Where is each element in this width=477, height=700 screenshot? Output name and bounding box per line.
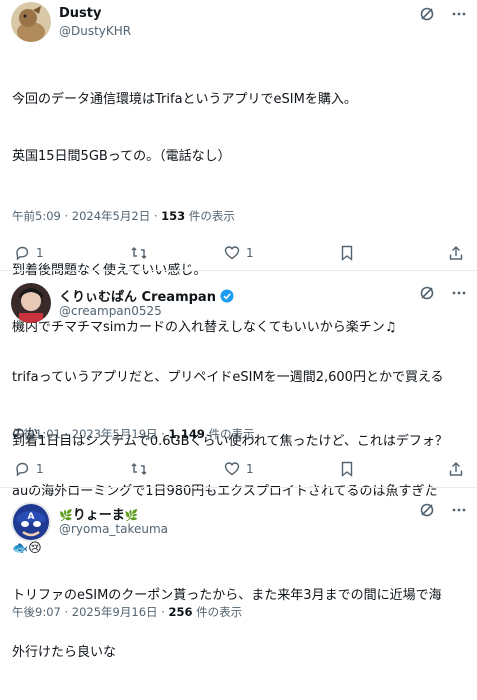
view-count: 1,149 [168, 427, 205, 441]
view-count: 256 [168, 605, 193, 619]
display-name[interactable]: Dusty [59, 6, 101, 21]
name-suffix-emoji: 🌿 [124, 509, 139, 522]
timestamp[interactable]: 午後9:07 · 2025年9月16日 · [12, 605, 168, 619]
display-name-text: りょーま [72, 508, 125, 523]
share-icon [448, 245, 464, 261]
view-label: 件の表示 [185, 209, 235, 223]
like-count: 1 [246, 246, 254, 260]
tweet-text-line: 外行けたら良いな [12, 645, 117, 660]
retweet-button[interactable] [130, 245, 148, 261]
tweet-text: トリファのeSIMのクーポン貰ったから、また来年3月までの間に近場で海 外行けた… [12, 548, 468, 700]
user-handle[interactable]: @ryoma_takeuma [59, 522, 168, 536]
reply-count: 1 [36, 462, 44, 476]
retweet-icon [130, 245, 148, 261]
tweet-meta: 午前5:09 · 2024年5月2日 · 153 件の表示 [12, 208, 235, 224]
display-name-text: くりぃむぱん Creampan [59, 290, 216, 305]
tweet-text-line: トリファのeSIMのクーポン貰ったから、また来年3月までの間に近場で海 [12, 588, 442, 603]
tweet-meta: 午後9:07 · 2025年9月16日 · 256 件の表示 [12, 604, 242, 620]
svg-text:A: A [28, 512, 35, 522]
action-bar: 1 1 [0, 461, 477, 481]
user-handle[interactable]: @creampan0525 [59, 304, 162, 318]
bookmark-icon [340, 245, 354, 261]
grok-icon[interactable] [419, 6, 435, 22]
retweet-icon [130, 461, 148, 477]
tweet-2[interactable]: くりぃむぱん Creampan @creampan0525 trifaっていうア… [0, 271, 477, 556]
action-bar: 1 1 [0, 245, 477, 265]
view-label: 件の表示 [192, 605, 243, 619]
like-button[interactable]: 1 [224, 245, 254, 261]
like-icon [224, 461, 240, 477]
timestamp[interactable]: 午前5:09 · 2024年5月2日 · [12, 209, 161, 223]
view-count: 153 [161, 209, 186, 223]
tweet-3[interactable]: A 🌿りょーま🌿 @ryoma_takeuma トリファのeSIMのクーポン貰っ… [0, 488, 477, 660]
avatar[interactable] [11, 2, 51, 42]
view-label: 件の表示 [204, 427, 255, 441]
grok-icon[interactable] [419, 502, 435, 518]
share-button[interactable] [448, 461, 464, 477]
tweet-meta: 午後1:01 · 2023年5月19日 · 1,149 件の表示 [12, 426, 255, 442]
avatar[interactable]: A [11, 502, 51, 542]
reply-button[interactable]: 1 [14, 245, 44, 261]
reply-icon [14, 461, 30, 477]
share-button[interactable] [448, 245, 464, 261]
tweet-1[interactable]: Dusty @DustyKHR 今回のデータ通信環境はTrifaというアプリでe… [0, 0, 477, 449]
user-handle[interactable]: @DustyKHR [59, 24, 131, 38]
grok-icon[interactable] [419, 285, 435, 301]
tweet-text-line: 今回のデータ通信環境はTrifaというアプリでeSIMを購入。 [12, 92, 357, 107]
tweet-text-line: 英国15日間5GBっての。（電話なし） [12, 149, 231, 164]
more-icon[interactable] [451, 6, 467, 22]
like-count: 1 [246, 462, 254, 476]
reply-button[interactable]: 1 [14, 461, 44, 477]
avatar[interactable] [11, 283, 51, 323]
verified-badge-icon [220, 289, 234, 307]
share-icon [448, 461, 464, 477]
like-button[interactable]: 1 [224, 461, 254, 477]
display-name[interactable]: 🌿りょーま🌿 [59, 504, 138, 523]
timestamp[interactable]: 午後1:01 · 2023年5月19日 · [12, 427, 168, 441]
tweet-text-line: trifaっていうアプリだと、プリペイドeSIMを一週間2,600円とかで買える [12, 370, 444, 385]
like-icon [224, 245, 240, 261]
reply-icon [14, 245, 30, 261]
bookmark-button[interactable] [340, 245, 354, 261]
name-prefix-emoji: 🌿 [59, 509, 73, 522]
more-icon[interactable] [451, 285, 467, 301]
more-icon[interactable] [451, 502, 467, 518]
bookmark-button[interactable] [340, 461, 354, 477]
retweet-button[interactable] [130, 461, 148, 477]
reply-count: 1 [36, 246, 44, 260]
bookmark-icon [340, 461, 354, 477]
